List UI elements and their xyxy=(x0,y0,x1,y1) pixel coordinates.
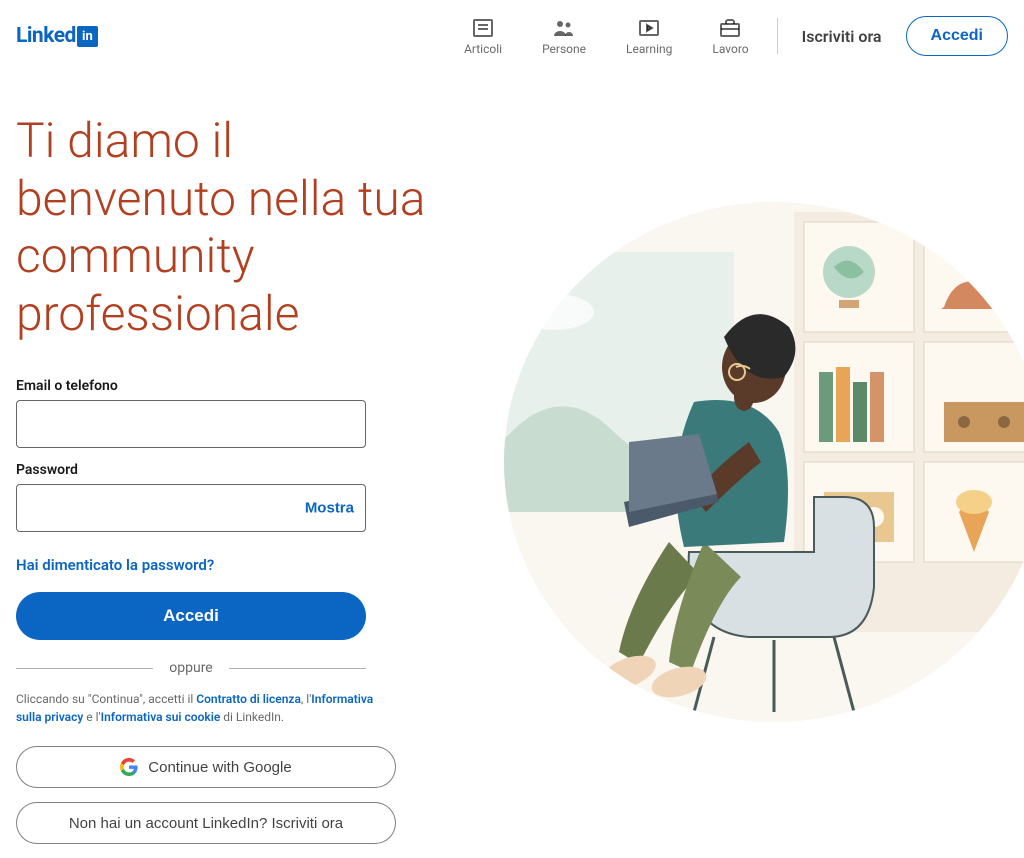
nav-learning[interactable]: Learning xyxy=(606,12,692,60)
nav: Articoli Persone Learning Lavoro xyxy=(444,12,769,60)
show-password-toggle[interactable]: Mostra xyxy=(305,500,354,517)
learning-icon xyxy=(637,16,661,40)
forgot-password-link[interactable]: Hai dimenticato la password? xyxy=(16,556,214,574)
nav-label: Articoli xyxy=(464,42,502,56)
nav-label: Lavoro xyxy=(712,42,748,56)
google-label: Continue with Google xyxy=(148,759,291,776)
divider: oppure xyxy=(16,660,366,676)
signin-submit-button[interactable]: Accedi xyxy=(16,592,366,640)
email-field[interactable] xyxy=(16,400,366,448)
legal-suffix: di LinkedIn. xyxy=(220,710,284,724)
legal-contract-link[interactable]: Contratto di licenza xyxy=(196,692,301,706)
logo-text: Linked xyxy=(16,24,76,48)
logo[interactable]: Linkedin xyxy=(16,24,98,48)
email-group: Email o telefono xyxy=(16,378,456,448)
logo-in-icon: in xyxy=(77,26,98,47)
google-signin-button[interactable]: Continue with Google xyxy=(16,746,396,788)
divider-text: oppure xyxy=(153,660,228,676)
header: Linkedin Articoli Persone Learning Lavor… xyxy=(0,0,1024,72)
signup-link[interactable]: Iscriviti ora xyxy=(786,15,898,58)
legal-sep: e l' xyxy=(83,710,100,724)
main: Ti diamo il benvenuto nella tua communit… xyxy=(0,72,1024,858)
nav-divider xyxy=(777,18,778,54)
nav-jobs[interactable]: Lavoro xyxy=(692,12,768,60)
page-headline: Ti diamo il benvenuto nella tua communit… xyxy=(16,112,456,342)
people-icon xyxy=(552,16,576,40)
legal-cookie-link[interactable]: Informativa sui cookie xyxy=(101,710,221,724)
signup-cta-button[interactable]: Non hai un account LinkedIn? Iscriviti o… xyxy=(16,802,396,844)
header-right: Articoli Persone Learning Lavoro Iscrivi… xyxy=(444,12,1008,60)
password-wrap: Mostra xyxy=(16,484,366,532)
legal-prefix: Cliccando su "Continua", accetti il xyxy=(16,692,196,706)
briefcase-icon xyxy=(718,16,742,40)
legal-text: Cliccando su "Continua", accetti il Cont… xyxy=(16,690,376,726)
nav-label: Persone xyxy=(542,42,586,56)
signin-button[interactable]: Accedi xyxy=(906,16,1008,56)
google-icon xyxy=(120,758,138,776)
nav-label: Learning xyxy=(626,42,672,56)
password-group: Password Mostra xyxy=(16,462,456,532)
nav-articles[interactable]: Articoli xyxy=(444,12,522,60)
hero-left: Ti diamo il benvenuto nella tua communit… xyxy=(16,112,456,858)
hero-illustration xyxy=(494,172,1024,732)
divider-line xyxy=(16,668,153,669)
password-label: Password xyxy=(16,462,456,478)
email-label: Email o telefono xyxy=(16,378,456,394)
legal-sep: , l' xyxy=(301,692,311,706)
article-icon xyxy=(471,16,495,40)
nav-people[interactable]: Persone xyxy=(522,12,606,60)
divider-line xyxy=(229,668,366,669)
